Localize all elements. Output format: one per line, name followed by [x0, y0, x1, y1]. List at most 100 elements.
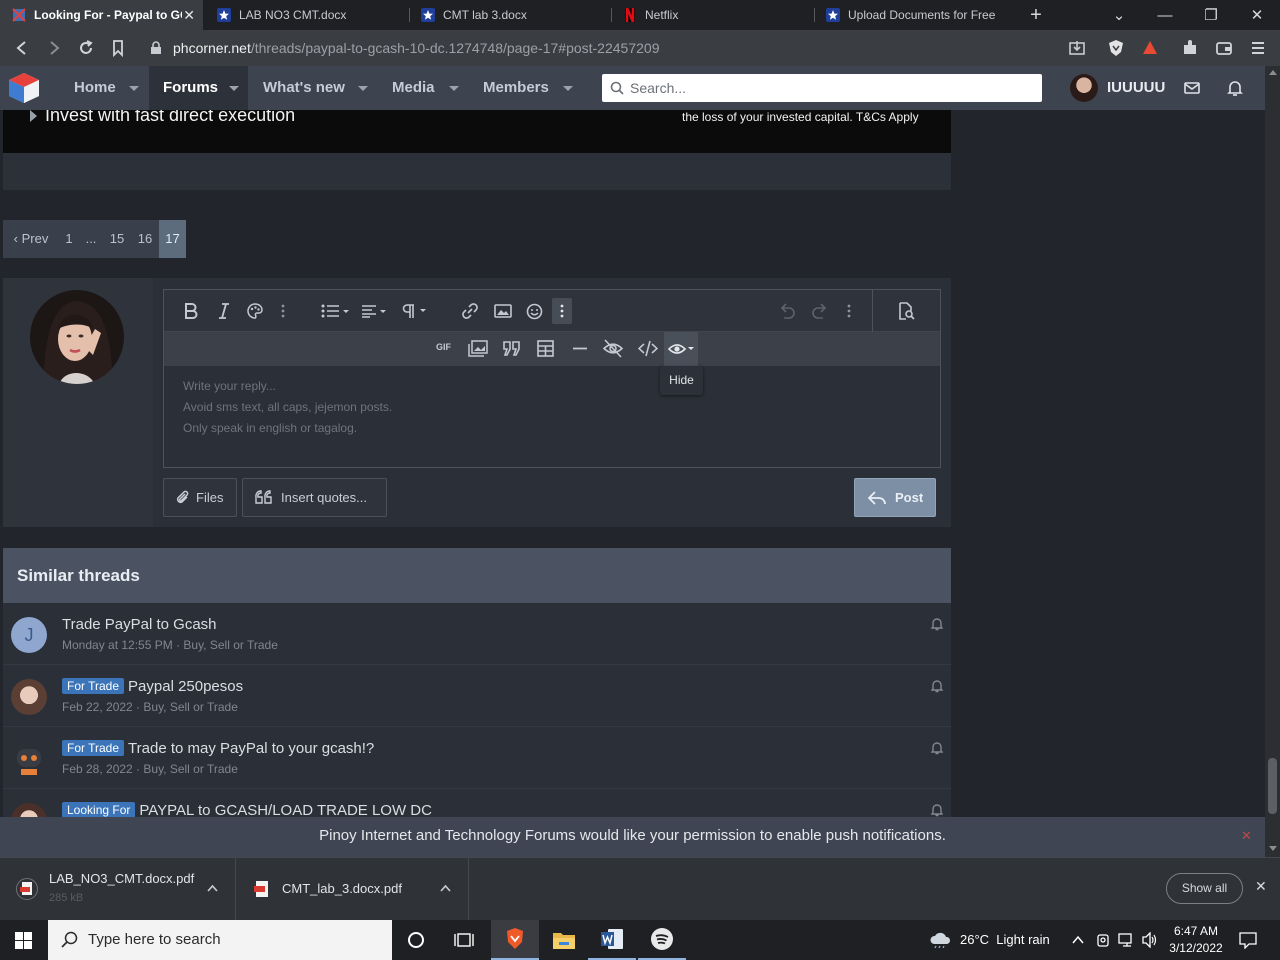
thread-title[interactable]: For Trade Paypal 250pesos: [62, 678, 243, 695]
thread-prefix-badge[interactable]: For Trade: [62, 678, 125, 694]
media-gallery-icon[interactable]: [468, 340, 488, 357]
reply-placeholder-line-3[interactable]: Only speak in english or tagalog.: [183, 421, 357, 435]
phcorner-logo-icon[interactable]: [6, 70, 42, 106]
text-color-palette-icon[interactable]: [247, 303, 263, 319]
more-options-toggle[interactable]: [552, 298, 572, 324]
back-icon[interactable]: [12, 38, 32, 58]
close-tab-icon[interactable]: ✕: [183, 7, 195, 24]
thread-avatar[interactable]: [11, 679, 47, 715]
smilies-icon[interactable]: [526, 303, 543, 320]
push-notification-banner[interactable]: Pinoy Internet and Technology Forums wou…: [0, 817, 1265, 857]
thread-avatar[interactable]: J: [11, 617, 47, 653]
link-icon[interactable]: [461, 303, 479, 319]
nav-members[interactable]: Members: [483, 66, 549, 110]
user-avatar[interactable]: [1070, 74, 1098, 102]
address-field[interactable]: phcorner.net/threads/paypal-to-gcash-10-…: [143, 34, 1093, 62]
watch-thread-bell-icon[interactable]: [931, 803, 943, 817]
reply-placeholder-line-2[interactable]: Avoid sms text, all caps, jejemon posts.: [183, 400, 392, 414]
thread-title[interactable]: Trade PayPal to Gcash: [62, 616, 217, 633]
weather-text[interactable]: 26°C Light rain: [960, 920, 1050, 960]
insert-image-icon[interactable]: [494, 303, 512, 319]
insert-table-icon[interactable]: [537, 340, 554, 357]
alerts-bell-icon[interactable]: [1227, 79, 1243, 97]
menu-icon[interactable]: [1248, 38, 1268, 58]
restore-button[interactable]: ❐: [1188, 0, 1234, 30]
page-scrollbar[interactable]: [1265, 66, 1280, 857]
browser-tab-5[interactable]: Upload Documents for Free Ac: [814, 0, 1017, 30]
watch-thread-bell-icon[interactable]: [931, 617, 943, 631]
forums-caret-icon[interactable]: [229, 86, 239, 91]
nav-home[interactable]: Home: [74, 66, 116, 110]
wallet-icon[interactable]: [1214, 38, 1234, 58]
spotify-app-icon[interactable]: [638, 920, 686, 960]
attach-files-button[interactable]: Files: [163, 478, 237, 517]
preview-icon[interactable]: [897, 302, 915, 320]
nav-whats-new[interactable]: What's new: [263, 66, 345, 110]
show-hidden-icons-chevron-icon[interactable]: [1072, 935, 1084, 944]
task-view-icon[interactable]: [440, 920, 488, 960]
browser-tab-1[interactable]: Looking For - Paypal to GC ✕: [0, 0, 203, 30]
download-options-chevron-icon[interactable]: [440, 884, 451, 892]
nav-media[interactable]: Media: [392, 66, 435, 110]
forward-icon[interactable]: [44, 38, 64, 58]
gif-button[interactable]: GIF: [436, 342, 451, 352]
inbox-icon[interactable]: [1184, 80, 1200, 96]
hide-button[interactable]: [664, 332, 698, 366]
pagination-page-15[interactable]: 15: [103, 220, 131, 258]
post-reply-button[interactable]: Post: [854, 478, 936, 517]
pagination-page-17[interactable]: 17: [159, 220, 186, 258]
scroll-down-icon[interactable]: [1269, 846, 1277, 851]
more-history-options-icon[interactable]: [847, 304, 851, 318]
close-window-button[interactable]: ✕: [1234, 0, 1280, 30]
pagination-prev-button[interactable]: ‹ Prev: [3, 220, 59, 258]
bookmark-icon[interactable]: [108, 38, 128, 58]
close-downloads-bar-icon[interactable]: ✕: [1255, 878, 1267, 895]
watch-thread-bell-icon[interactable]: [931, 679, 943, 693]
italic-icon[interactable]: [218, 303, 230, 319]
clock-time[interactable]: 6:47 AM: [1166, 924, 1226, 938]
browser-tab-2[interactable]: LAB NO3 CMT.docx: [205, 0, 408, 30]
tab-search-dropdown-icon[interactable]: ⌄: [1096, 0, 1142, 30]
download-item[interactable]: CMT_lab_3.docx.pdf: [237, 858, 469, 920]
minimize-button[interactable]: —: [1142, 0, 1188, 30]
more-text-options-icon[interactable]: [281, 304, 285, 318]
inline-spoiler-icon[interactable]: [602, 339, 624, 358]
horizontal-line-icon[interactable]: [572, 340, 588, 357]
action-center-icon[interactable]: [1239, 932, 1257, 949]
align-dropdown-icon[interactable]: [361, 304, 389, 318]
quote-icon[interactable]: [502, 340, 522, 357]
watch-thread-bell-icon[interactable]: [931, 741, 943, 755]
thread-avatar[interactable]: [11, 741, 47, 777]
install-app-icon[interactable]: [1067, 38, 1087, 58]
pagination-page-1[interactable]: 1: [59, 220, 79, 258]
insert-quotes-button[interactable]: Insert quotes...: [242, 478, 387, 517]
bold-icon[interactable]: [184, 303, 198, 319]
brave-rewards-icon[interactable]: [1140, 38, 1160, 58]
scroll-up-icon[interactable]: [1269, 70, 1277, 75]
word-app-icon[interactable]: [588, 920, 636, 960]
thread-prefix-badge[interactable]: For Trade: [62, 740, 125, 756]
thread-item[interactable]: For Trade Trade to may PayPal to your gca…: [3, 727, 951, 789]
download-item[interactable]: LAB_NO3_CMT.docx.pdf 285 kB: [0, 858, 236, 920]
paragraph-dropdown-icon[interactable]: [401, 303, 429, 319]
undo-icon[interactable]: [778, 303, 796, 319]
username[interactable]: IUUUUU: [1107, 66, 1165, 110]
thread-item[interactable]: For Trade Paypal 250pesos Feb 22, 2022 · …: [3, 665, 951, 727]
whats-new-caret-icon[interactable]: [358, 86, 368, 91]
code-icon[interactable]: [638, 340, 658, 357]
download-options-chevron-icon[interactable]: [207, 884, 218, 892]
search-input[interactable]: Search...: [602, 74, 1042, 102]
extensions-icon[interactable]: [1180, 38, 1200, 58]
browser-tab-3[interactable]: CMT lab 3.docx: [409, 0, 612, 30]
thread-item[interactable]: J Trade PayPal to Gcash Monday at 12:55 …: [3, 603, 951, 665]
close-notice-icon[interactable]: ✕: [1241, 817, 1252, 855]
pagination-page-16[interactable]: 16: [131, 220, 159, 258]
pagination-ellipsis[interactable]: ...: [79, 220, 103, 258]
show-all-downloads-button[interactable]: Show all: [1166, 873, 1243, 904]
members-caret-icon[interactable]: [563, 86, 573, 91]
home-caret-icon[interactable]: [129, 86, 139, 91]
reply-user-avatar[interactable]: [29, 289, 125, 385]
cortana-icon[interactable]: [392, 920, 440, 960]
taskbar-search-box[interactable]: Type here to search: [48, 920, 392, 960]
thread-title[interactable]: For Trade Trade to may PayPal to your gca…: [62, 740, 374, 757]
